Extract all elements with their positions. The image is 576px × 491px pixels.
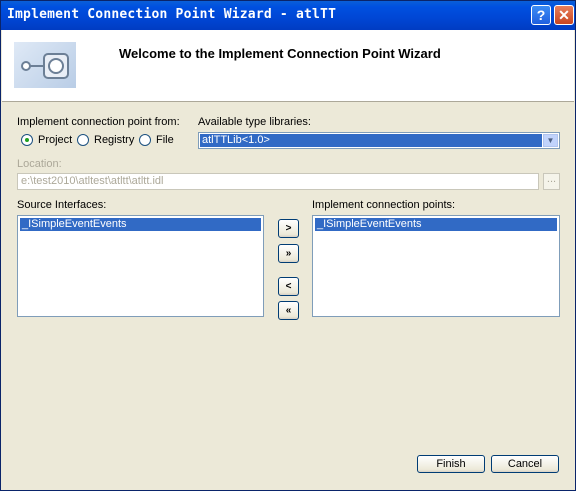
- source-interfaces-label: Source Interfaces:: [17, 199, 107, 211]
- wizard-window: Implement Connection Point Wizard - atlT…: [0, 0, 576, 491]
- window-title: Implement Connection Point Wizard - atlT…: [7, 7, 337, 22]
- connection-points-list[interactable]: _ISimpleEventEvents: [312, 215, 560, 317]
- list-item[interactable]: _ISimpleEventEvents: [315, 218, 557, 231]
- type-libraries-label: Available type libraries:: [198, 116, 311, 128]
- radio-button[interactable]: [77, 134, 89, 146]
- radio-project-label: Project: [38, 134, 73, 146]
- browse-button[interactable]: ...: [543, 173, 560, 190]
- radio-button[interactable]: [139, 134, 151, 146]
- finish-button[interactable]: Finish: [417, 455, 485, 473]
- implement-from-label: Implement connection point from:: [17, 116, 180, 128]
- remove-all-button[interactable]: «: [278, 301, 299, 320]
- radio-registry-label: Registry: [94, 134, 135, 146]
- wizard-header: Welcome to the Implement Connection Poin…: [2, 30, 574, 102]
- add-button[interactable]: >: [278, 219, 299, 238]
- title-bar[interactable]: Implement Connection Point Wizard - atlT…: [1, 1, 575, 30]
- close-button[interactable]: ✕: [554, 5, 574, 25]
- wizard-heading: Welcome to the Implement Connection Poin…: [119, 46, 441, 61]
- help-button[interactable]: ?: [531, 5, 551, 25]
- radio-file-label: File: [156, 134, 174, 146]
- connection-points-label: Implement connection points:: [312, 199, 456, 211]
- location-field[interactable]: e:\test2010\atltest\atltt\atltt.idl: [17, 173, 539, 190]
- cancel-button[interactable]: Cancel: [491, 455, 559, 473]
- type-libraries-value: atlTTLib<1.0>: [200, 134, 542, 147]
- connection-point-icon: [14, 42, 76, 88]
- location-label: Location:: [17, 158, 62, 170]
- list-item[interactable]: _ISimpleEventEvents: [20, 218, 261, 231]
- remove-button[interactable]: <: [278, 277, 299, 296]
- radio-button-selected[interactable]: [21, 134, 33, 146]
- source-interfaces-list[interactable]: _ISimpleEventEvents: [17, 215, 264, 317]
- chevron-down-icon[interactable]: ▼: [543, 134, 558, 147]
- type-libraries-select[interactable]: atlTTLib<1.0> ▼: [198, 132, 560, 149]
- add-all-button[interactable]: »: [278, 244, 299, 263]
